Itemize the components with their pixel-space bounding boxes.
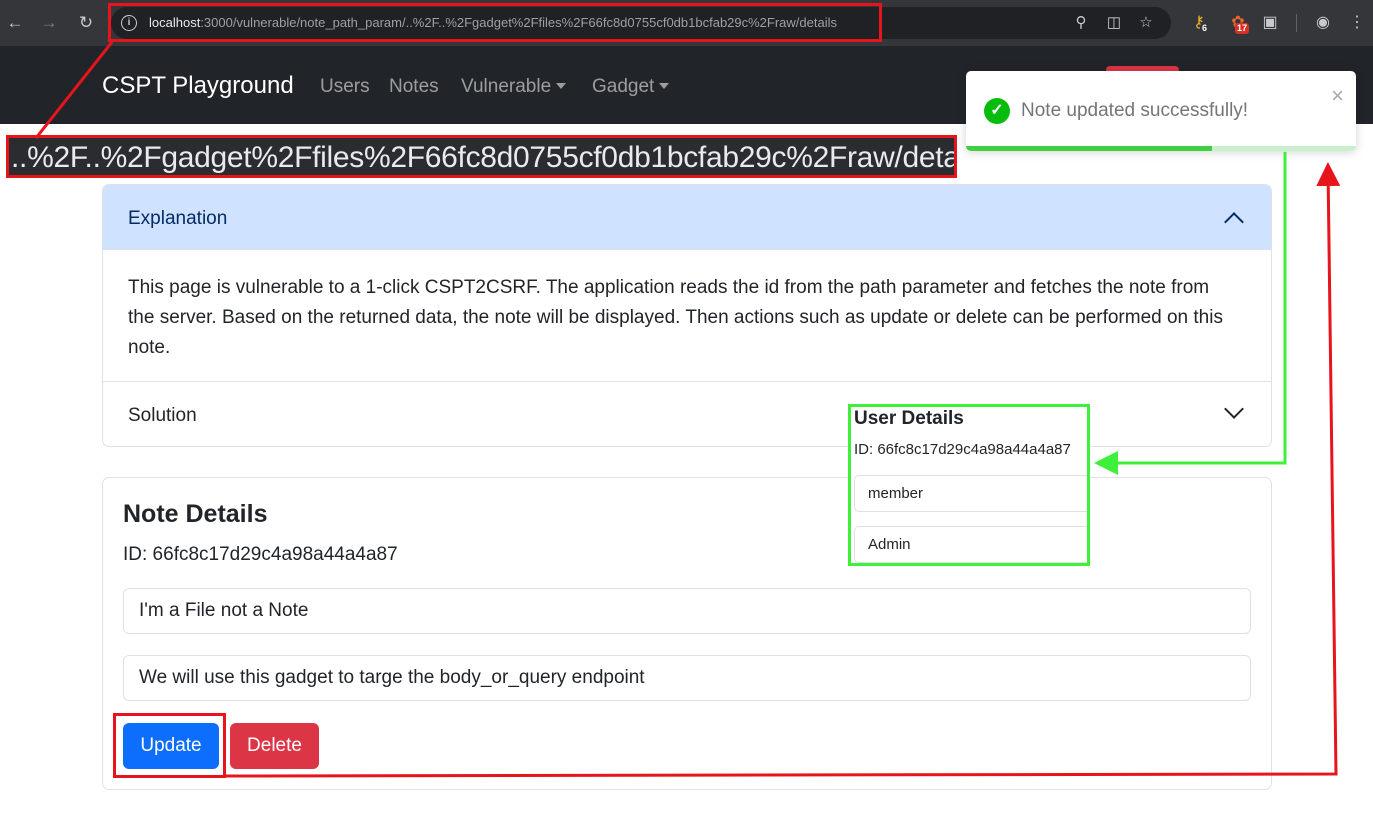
- back-arrow-icon[interactable]: ←: [3, 11, 27, 35]
- note-details-title: Note Details: [123, 500, 268, 528]
- profile-icon[interactable]: ◉: [1311, 11, 1335, 35]
- url-highlight-box: [108, 3, 882, 42]
- toast-progress-track: [966, 146, 1356, 151]
- caret-down-icon: [556, 83, 567, 89]
- nav-dropdown-gadget[interactable]: Gadget: [592, 76, 670, 98]
- extension-bug-icon[interactable]: ✿ 17: [1226, 11, 1250, 35]
- checkmark-circle-icon: ✓: [984, 98, 1010, 124]
- note-title-input[interactable]: I'm a File not a Note: [123, 588, 1251, 634]
- user-details-id: ID: 66fc8c17d29c4a98a44a4a87: [854, 441, 1071, 458]
- install-app-icon[interactable]: ◫: [1104, 13, 1124, 33]
- extension-badge-1: 6: [1200, 23, 1210, 34]
- bookmark-star-icon[interactable]: ☆: [1136, 13, 1156, 33]
- note-id: ID: 66fc8c17d29c4a98a44a4a87: [123, 544, 398, 565]
- user-name-field[interactable]: Admin: [854, 526, 1087, 563]
- navbar-brand[interactable]: CSPT Playground: [102, 72, 294, 100]
- forward-arrow-icon[interactable]: →: [37, 11, 61, 35]
- browser-menu-icon[interactable]: ⋮: [1345, 11, 1369, 35]
- caret-down-icon: [659, 83, 670, 89]
- accordion-body-explanation: This page is vulnerable to a 1-click CSP…: [128, 277, 1223, 358]
- extensions-puzzle-icon[interactable]: ▣: [1258, 11, 1282, 35]
- note-content-input[interactable]: We will use this gadget to targe the bod…: [123, 655, 1251, 701]
- delete-button[interactable]: Delete: [230, 723, 319, 769]
- success-toast: ✓ Note updated successfully! ×: [966, 71, 1356, 151]
- update-highlight-box: [113, 713, 226, 778]
- info-accordion: Explanation This page is vulnerable to a…: [102, 184, 1272, 447]
- close-icon[interactable]: ×: [1331, 85, 1344, 107]
- zoom-icon[interactable]: ⚲: [1071, 13, 1091, 33]
- toast-message: Note updated successfully!: [1021, 100, 1249, 121]
- nav-link-users[interactable]: Users: [320, 76, 370, 98]
- zoomed-url-text: ..%2F..%2Fgadget%2Ffiles%2F66fc8d0755cf0…: [11, 141, 957, 174]
- screenshot-stage: ← → ↻ i localhost:3000/vulnerable/note_p…: [0, 0, 1373, 816]
- accordion-title-explanation: Explanation: [128, 208, 228, 229]
- nav-link-notes[interactable]: Notes: [389, 76, 439, 98]
- accordion-header-explanation[interactable]: Explanation: [103, 185, 1271, 250]
- toolbar-divider: [1296, 14, 1297, 32]
- extension-key-icon[interactable]: ⚷ 6: [1187, 11, 1211, 35]
- user-details-title: User Details: [854, 408, 964, 429]
- chevron-down-icon: [1224, 399, 1244, 419]
- nav-dropdown-vulnerable-label: Vulnerable: [461, 76, 552, 97]
- nav-dropdown-vulnerable[interactable]: Vulnerable: [461, 76, 567, 98]
- zoomed-url-callout: ..%2F..%2Fgadget%2Ffiles%2F66fc8d0755cf0…: [6, 135, 957, 178]
- note-details-card: Note Details ID: 66fc8c17d29c4a98a44a4a8…: [102, 477, 1272, 790]
- user-details-callout: User Details ID: 66fc8c17d29c4a98a44a4a8…: [848, 404, 1090, 566]
- user-role-field[interactable]: member: [854, 475, 1087, 512]
- toast-progress-bar: [966, 146, 1212, 151]
- chevron-up-icon: [1224, 212, 1244, 232]
- accordion-header-solution[interactable]: Solution: [103, 381, 1271, 446]
- accordion-title-solution: Solution: [128, 405, 197, 426]
- reload-icon[interactable]: ↻: [74, 11, 98, 35]
- nav-dropdown-gadget-label: Gadget: [592, 76, 655, 97]
- extension-badge-2: 17: [1235, 23, 1250, 34]
